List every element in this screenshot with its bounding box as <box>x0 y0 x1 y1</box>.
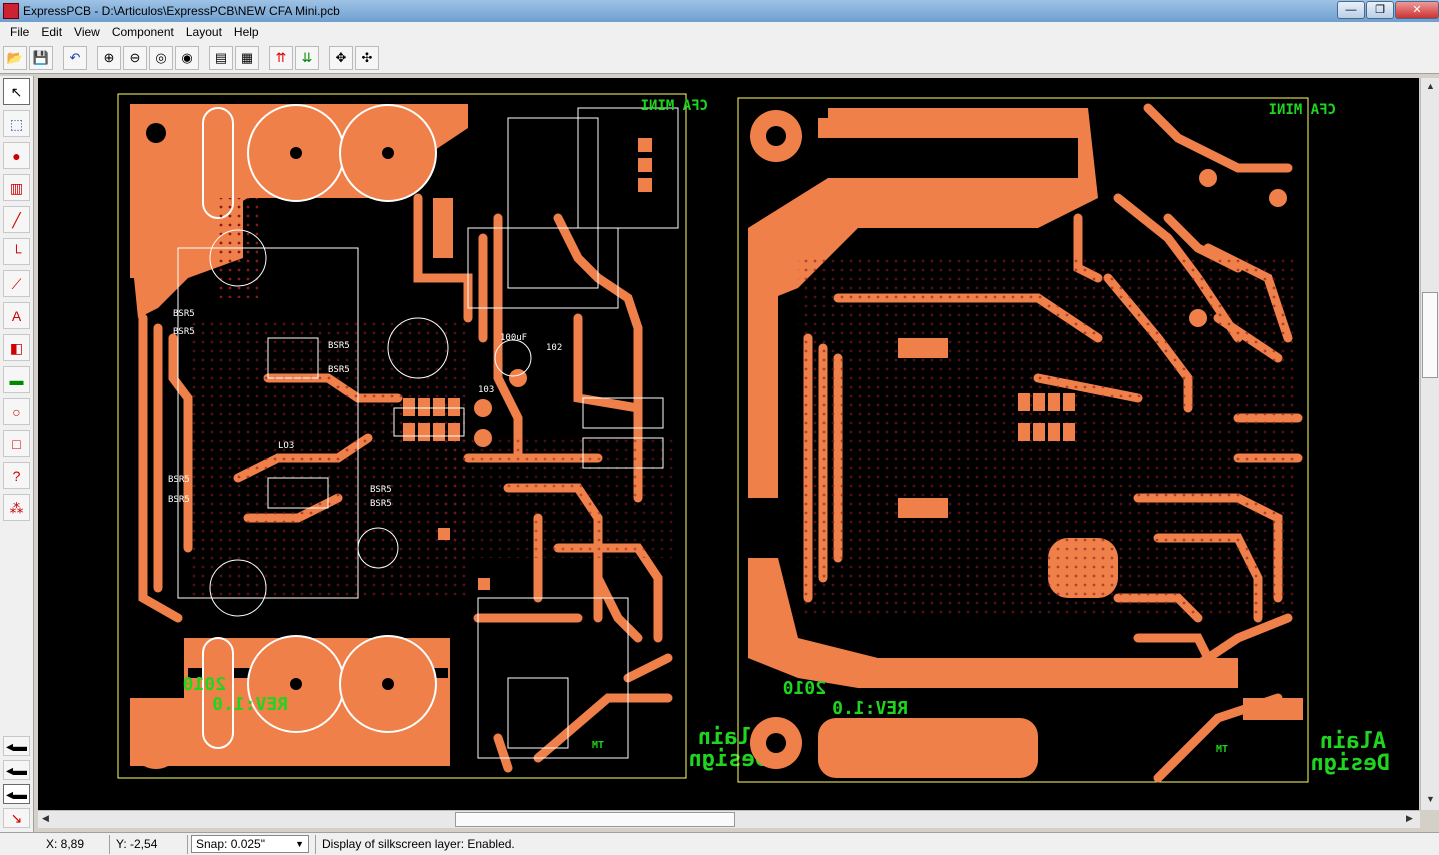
horizontal-scroll-thumb[interactable] <box>455 812 735 827</box>
open-icon[interactable]: 📂 <box>3 45 27 70</box>
component-properties-icon[interactable]: ▤ <box>209 45 233 70</box>
zoom-page-icon[interactable]: ◉ <box>175 45 199 70</box>
rat-trace-tool-icon[interactable]: ⟋ <box>3 270 30 297</box>
ground-plane-tool-icon[interactable]: ▬ <box>3 366 30 393</box>
board-year-right: 2010 <box>783 678 826 699</box>
move-icon[interactable]: ✥ <box>329 45 353 70</box>
minimize-button[interactable]: — <box>1337 1 1365 19</box>
status-bar: X: 8,89 Y: -2,54 Snap: 0.025" ▼ Display … <box>0 832 1439 855</box>
trace-properties-icon[interactable]: ▦ <box>235 45 259 70</box>
scroll-right-icon[interactable]: ▶ <box>1406 813 1413 824</box>
label-bsr5: BSR5 <box>168 475 190 485</box>
horizontal-scrollbar[interactable]: ◀ ▶ <box>38 810 1420 828</box>
board-tm-left: TM <box>592 740 604 751</box>
board-rev-right: REV:1.0 <box>832 698 908 719</box>
board-top-view[interactable]: BSR5 BSR5 BSR5 BSR5 BSR5 BSR5 BSR5 BSR5 … <box>117 93 768 779</box>
label-100uf: 100uF <box>500 333 527 343</box>
scroll-left-icon[interactable]: ◀ <box>42 813 49 824</box>
expresspcb-app-icon <box>3 3 19 19</box>
zoom-fit-icon[interactable]: ◎ <box>149 45 173 70</box>
bottom-copper-layer-icon[interactable]: ◂▬ <box>3 760 30 780</box>
menu-layout[interactable]: Layout <box>180 25 228 39</box>
bottom-layer-icon[interactable]: ⇊ <box>295 45 319 70</box>
top-copper-layer-icon[interactable]: ◂▬ <box>3 736 30 756</box>
scroll-down-icon[interactable]: ▼ <box>1426 794 1435 804</box>
status-x: X: 8,89 <box>0 834 110 854</box>
menu-bar: File Edit View Component Layout Help <box>0 22 1439 42</box>
board-rev-left: REV:1.0 <box>212 694 288 715</box>
tool-palette: ↖ ⬚ ● ▥ ╱ └ ⟋ A ◧ ▬ ○ □ ? ⁂ ◂▬ ◂▬ ◂▬ ↘ <box>0 76 34 836</box>
title-bar: ExpressPCB - D:\Articulos\ExpressPCB\NEW… <box>0 0 1439 22</box>
dimension-tool-icon[interactable]: └ <box>3 238 30 265</box>
close-button[interactable]: ✕ <box>1395 1 1439 19</box>
window-title: ExpressPCB - D:\Articulos\ExpressPCB\NEW… <box>23 4 340 18</box>
label-bsr5: BSR5 <box>168 495 190 505</box>
board-tm-right: TM <box>1216 744 1228 755</box>
save-icon[interactable]: 💾 <box>29 45 53 70</box>
silkscreen-layer-icon[interactable]: ◂▬ <box>3 784 30 804</box>
move-all-icon[interactable]: ✣ <box>355 45 379 70</box>
snap-dropdown[interactable]: Snap: 0.025" ▼ <box>191 835 309 853</box>
maximize-button[interactable]: ❐ <box>1366 1 1394 19</box>
snap-label: Snap: <box>196 837 228 851</box>
board-outline-tool-icon[interactable]: □ <box>3 430 30 457</box>
netlist-tool-icon[interactable]: ⁂ <box>3 494 30 521</box>
board-design-word-right: Design <box>1311 751 1390 776</box>
label-lo3: LO3 <box>278 441 294 451</box>
board-bottom-view[interactable]: CFA MINI 2010 REV:1.0 Alain Design TM <box>737 97 1390 783</box>
zoom-area-tool-icon[interactable]: ⬚ <box>3 110 30 137</box>
board-title-left: CFA MINI <box>641 98 708 114</box>
undo-icon[interactable]: ↶ <box>63 45 87 70</box>
trace-tool-icon[interactable]: ╱ <box>3 206 30 233</box>
label-bsr5: BSR5 <box>370 499 392 509</box>
label-bsr5: BSR5 <box>173 309 195 319</box>
pcb-canvas[interactable]: BSR5 BSR5 BSR5 BSR5 BSR5 BSR5 BSR5 BSR5 … <box>38 78 1419 810</box>
zoom-in-icon[interactable]: ⊕ <box>97 45 121 70</box>
snap-field: Snap: 0.025" ▼ <box>188 834 316 854</box>
label-bsr5: BSR5 <box>370 485 392 495</box>
label-102: 102 <box>546 343 562 353</box>
menu-edit[interactable]: Edit <box>35 25 68 39</box>
menu-help[interactable]: Help <box>228 25 265 39</box>
board-title-right: CFA MINI <box>1269 102 1336 118</box>
component-tool-icon[interactable]: ▥ <box>3 174 30 201</box>
show-all-layers-icon[interactable]: ↘ <box>3 808 30 828</box>
scroll-up-icon[interactable]: ▲ <box>1426 81 1435 91</box>
text-tool-icon[interactable]: A <box>3 302 30 329</box>
label-bsr5: BSR5 <box>328 365 350 375</box>
status-y: Y: -2,54 <box>110 834 188 854</box>
select-tool-icon[interactable]: ↖ <box>3 78 30 105</box>
vertical-scroll-thumb[interactable] <box>1422 292 1438 378</box>
vertical-scrollbar[interactable]: ▲ ▼ <box>1420 78 1439 810</box>
circle-tool-icon[interactable]: ○ <box>3 398 30 425</box>
toolbar: 📂 💾 ↶ ⊕ ⊖ ◎ ◉ ▤ ▦ ⇈ ⇊ ✥ ✣ <box>0 42 1439 74</box>
query-tool-icon[interactable]: ? <box>3 462 30 489</box>
menu-view[interactable]: View <box>68 25 106 39</box>
zoom-out-icon[interactable]: ⊖ <box>123 45 147 70</box>
snap-value: 0.025" <box>230 837 265 851</box>
chevron-down-icon[interactable]: ▼ <box>295 839 304 849</box>
pad-tool-icon[interactable]: ● <box>3 142 30 169</box>
menu-file[interactable]: File <box>4 25 35 39</box>
status-message: Display of silkscreen layer: Enabled. <box>322 837 515 851</box>
menu-component[interactable]: Component <box>106 25 180 39</box>
board-year-left: 2010 <box>183 674 226 695</box>
label-103: 103 <box>478 385 494 395</box>
top-layer-icon[interactable]: ⇈ <box>269 45 293 70</box>
label-bsr5: BSR5 <box>173 327 195 337</box>
label-bsr5: BSR5 <box>328 341 350 351</box>
filled-plane-tool-icon[interactable]: ◧ <box>3 334 30 361</box>
